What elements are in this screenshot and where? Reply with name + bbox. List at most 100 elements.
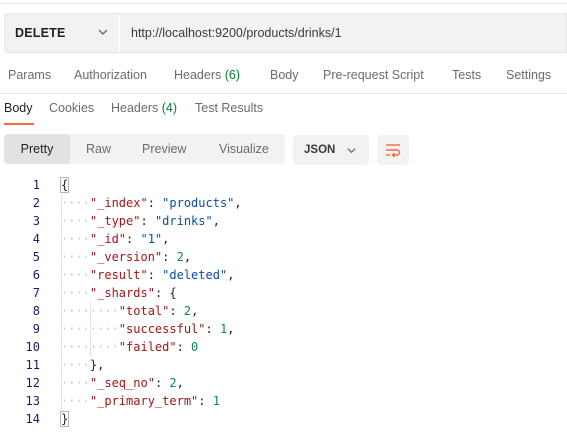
code-content: ····"result": "deleted", bbox=[61, 266, 234, 284]
tab-label: Body bbox=[270, 68, 299, 82]
active-tab-indicator bbox=[4, 123, 34, 125]
code-content: ········"total": 2, bbox=[61, 302, 198, 320]
code-token: "drinks" bbox=[154, 214, 213, 228]
indent-whitespace: ···· bbox=[61, 394, 90, 408]
line-number: 2 bbox=[32, 196, 40, 210]
code-content: ····"_shards": { bbox=[61, 284, 177, 302]
line-number: 5 bbox=[32, 250, 40, 264]
code-line: 8 ········"total": 2, bbox=[0, 302, 567, 320]
code-line: 3 ····"_type": "drinks", bbox=[0, 212, 567, 230]
code-token: : bbox=[162, 250, 177, 264]
code-token: , bbox=[227, 268, 235, 282]
tab-response-headers[interactable]: Headers (4) bbox=[111, 101, 177, 115]
code-token: : bbox=[140, 214, 155, 228]
code-token: : bbox=[147, 196, 163, 210]
code-token: 2 bbox=[183, 304, 192, 318]
code-token: , bbox=[183, 250, 192, 264]
code-token: "_index" bbox=[89, 196, 148, 210]
code-token: : bbox=[147, 268, 163, 282]
indent-whitespace: ···· bbox=[61, 268, 90, 282]
code-content: ····"_id": "1", bbox=[61, 230, 169, 248]
code-token: : bbox=[154, 376, 170, 390]
code-token: , bbox=[227, 322, 235, 336]
tab-pre-request-script[interactable]: Pre-request Script bbox=[323, 68, 424, 82]
tab-label: Authorization bbox=[74, 68, 147, 82]
code-token: , bbox=[191, 304, 199, 318]
indent-whitespace: ···· bbox=[61, 286, 90, 300]
code-token: 1 bbox=[212, 394, 220, 408]
request-bar: DELETE http://localhost:9200/products/dr… bbox=[4, 13, 567, 53]
indent-whitespace: ···· bbox=[61, 250, 90, 264]
code-token: , bbox=[162, 232, 170, 246]
code-content: ····"_primary_term": 1 bbox=[61, 392, 220, 410]
code-token: , bbox=[176, 376, 184, 390]
code-token: 2 bbox=[176, 250, 184, 264]
format-label: JSON bbox=[304, 144, 336, 156]
headers-count-badge: (4) bbox=[161, 101, 178, 115]
code-token: "products" bbox=[162, 196, 235, 210]
view-preview-button[interactable]: Preview bbox=[142, 134, 186, 164]
response-code-viewer[interactable]: 1{2 ····"_index": "products", 3 ····"_type"… bbox=[0, 176, 567, 428]
tab-label: Body bbox=[4, 101, 33, 115]
code-content: ····}, bbox=[61, 356, 104, 374]
indent-whitespace: ···· bbox=[61, 358, 90, 372]
format-select[interactable]: JSON bbox=[293, 135, 369, 165]
code-content: ····"_index": "products", bbox=[61, 194, 242, 212]
code-token: : bbox=[169, 304, 184, 318]
code-content: { bbox=[59, 176, 70, 194]
code-token: "_primary_term" bbox=[89, 394, 199, 408]
tab-response-body[interactable]: Body bbox=[4, 101, 33, 115]
tab-headers[interactable]: Headers (6) bbox=[174, 68, 240, 82]
line-number: 7 bbox=[32, 286, 40, 300]
code-content: ····"_version": 2, bbox=[61, 248, 191, 266]
line-number: 11 bbox=[25, 358, 40, 372]
view-visualize-button[interactable]: Visualize bbox=[219, 134, 269, 164]
code-token: "result" bbox=[89, 268, 148, 282]
code-token: "_version" bbox=[89, 250, 163, 264]
code-token: "successful" bbox=[118, 322, 206, 336]
code-line: 13 ····"_primary_term": 1 bbox=[0, 392, 567, 410]
code-token: "1" bbox=[140, 232, 163, 246]
code-token: "_shards" bbox=[89, 286, 155, 300]
tab-authorization[interactable]: Authorization bbox=[74, 68, 147, 82]
code-line: 14} bbox=[0, 410, 567, 428]
line-number: 3 bbox=[32, 214, 40, 228]
tab-cookies[interactable]: Cookies bbox=[49, 101, 94, 115]
code-token: "_type" bbox=[89, 214, 141, 228]
line-number: 12 bbox=[25, 376, 40, 390]
code-content: ········"successful": 1, bbox=[61, 320, 234, 338]
headers-count-badge: (6) bbox=[224, 68, 241, 82]
line-number: 9 bbox=[32, 322, 40, 336]
wrap-lines-icon bbox=[386, 144, 401, 158]
code-line: 5 ····"_version": 2, bbox=[0, 248, 567, 266]
tab-test-results[interactable]: Test Results bbox=[195, 101, 263, 115]
chevron-down-icon bbox=[98, 29, 108, 35]
line-number: 13 bbox=[25, 394, 40, 408]
indent-whitespace: ···· bbox=[61, 376, 90, 390]
code-line: 1{ bbox=[0, 176, 567, 194]
tab-label: Cookies bbox=[49, 101, 95, 115]
code-content: ····"_type": "drinks", bbox=[61, 212, 220, 230]
line-number: 8 bbox=[32, 304, 40, 318]
code-line: 2 ····"_index": "products", bbox=[0, 194, 567, 212]
view-pretty-button[interactable]: Pretty bbox=[4, 134, 70, 164]
code-token: "_id" bbox=[89, 232, 127, 246]
tab-body[interactable]: Body bbox=[270, 68, 299, 82]
code-token: : bbox=[176, 340, 192, 354]
code-token: : bbox=[198, 394, 213, 408]
method-label: DELETE bbox=[15, 26, 66, 40]
wrap-lines-button[interactable] bbox=[377, 135, 409, 165]
code-line: 6 ····"result": "deleted", bbox=[0, 266, 567, 284]
code-token: "failed" bbox=[118, 340, 177, 354]
tab-params[interactable]: Params bbox=[8, 68, 51, 82]
indent-whitespace: ···· bbox=[61, 214, 90, 228]
top-divider bbox=[0, 0, 567, 4]
code-token: { bbox=[59, 177, 70, 193]
tab-label: Params bbox=[8, 68, 52, 82]
tab-settings[interactable]: Settings bbox=[506, 68, 551, 82]
url-input[interactable]: http://localhost:9200/products/drinks/1 bbox=[119, 13, 567, 53]
view-raw-button[interactable]: Raw bbox=[86, 134, 111, 164]
tab-tests[interactable]: Tests bbox=[452, 68, 481, 82]
method-select[interactable]: DELETE bbox=[4, 13, 119, 53]
code-token: 0 bbox=[191, 340, 199, 354]
